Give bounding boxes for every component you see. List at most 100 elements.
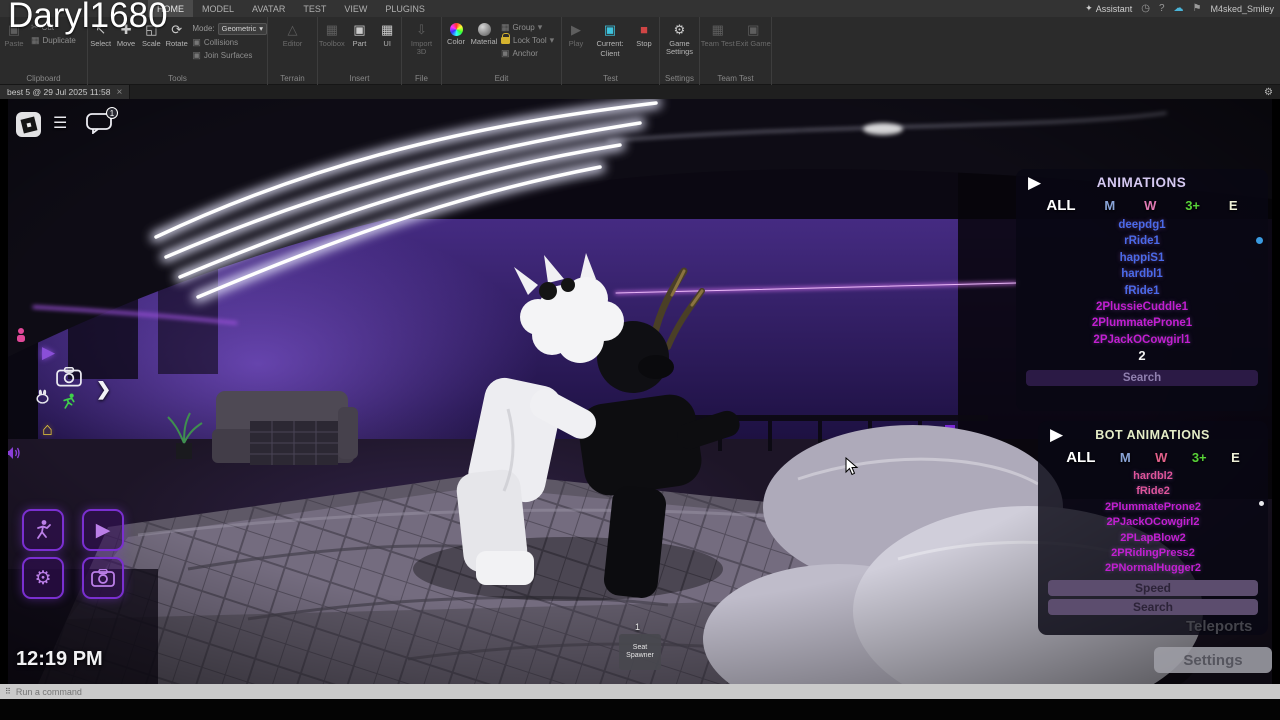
speaker-icon[interactable] xyxy=(8,445,22,466)
menu-tab-plugins[interactable]: PLUGINS xyxy=(376,0,434,17)
username[interactable]: M4sked_Smiley xyxy=(1210,4,1274,14)
terrain-group: △ Editor Terrain xyxy=(268,17,318,85)
home-icon[interactable]: ⌂ xyxy=(42,419,53,440)
duplicate-button[interactable]: ▦ Duplicate xyxy=(28,34,76,47)
animation-item[interactable]: deepdg1 xyxy=(1118,217,1165,233)
menu-tab-view[interactable]: VIEW xyxy=(335,0,376,17)
notifications-icon[interactable]: ⚑ xyxy=(1193,3,1202,14)
import-3d-button[interactable]: ⇩ Import 3D xyxy=(408,17,436,56)
bot-animations-filter[interactable]: M xyxy=(1120,450,1131,465)
bot-animation-item[interactable]: 2PJackOCowgirl2 xyxy=(1107,515,1200,530)
cloud-icon[interactable]: ☁ xyxy=(1174,3,1184,14)
animations-scroll-dot[interactable] xyxy=(1256,237,1263,244)
current-client-dropdown[interactable]: ▣ Current: Client xyxy=(590,17,630,58)
hamburger-menu-icon[interactable]: ☰ xyxy=(53,113,67,133)
close-icon[interactable]: × xyxy=(116,87,122,98)
menu-tab-model[interactable]: MODEL xyxy=(193,0,243,17)
runner-icon[interactable] xyxy=(62,393,77,415)
bunny-icon[interactable] xyxy=(34,387,51,409)
dance-button[interactable] xyxy=(22,509,64,551)
settings-group: ⚙ Game Settings Settings xyxy=(660,17,700,85)
ui-button[interactable]: ▦ UI xyxy=(373,17,401,48)
animations-filter[interactable]: 3+ xyxy=(1185,198,1200,213)
move-tool-button[interactable]: ✚ Move xyxy=(113,17,138,62)
assistant-button[interactable]: ✦ Assistant xyxy=(1085,3,1132,14)
animations-filter[interactable]: E xyxy=(1229,198,1238,213)
chat-badge: 1 xyxy=(106,107,118,119)
toolbox-button[interactable]: ▦ Toolbox xyxy=(318,17,346,48)
game-settings-button-overlay[interactable]: Settings xyxy=(1154,647,1272,673)
bot-animation-item[interactable]: 2PNormalHugger2 xyxy=(1105,561,1201,576)
seat-spawner-label[interactable]: Seat Spawner xyxy=(619,634,661,670)
play-button[interactable]: ▶ Play xyxy=(562,17,590,58)
camera-button[interactable] xyxy=(82,557,124,599)
animations-search-button[interactable]: Search xyxy=(1026,370,1258,386)
team-test-button[interactable]: ▦ Team Test xyxy=(700,17,736,48)
bot-scroll-dot[interactable] xyxy=(1259,501,1264,506)
color-button[interactable]: Color xyxy=(442,17,470,60)
material-button[interactable]: Material xyxy=(470,17,498,60)
bot-search-button[interactable]: Search xyxy=(1048,599,1258,615)
stop-button[interactable]: ■ Stop xyxy=(630,17,658,58)
ui-label: UI xyxy=(383,40,391,48)
bot-animation-item[interactable]: fRide2 xyxy=(1136,484,1170,499)
chevron-right-icon[interactable]: ❯ xyxy=(96,379,111,400)
animation-item[interactable]: fRide1 xyxy=(1124,283,1159,299)
bot-animation-item[interactable]: 2PRidingPress2 xyxy=(1111,546,1195,561)
docbar-gear-icon[interactable]: ⚙ xyxy=(1264,87,1280,98)
rail-play-icon[interactable]: ▶ xyxy=(42,343,55,363)
lock-tool-label: Lock Tool xyxy=(513,36,547,45)
color-wheel-icon xyxy=(450,23,463,36)
bot-animation-item[interactable]: 2PLapBlow2 xyxy=(1120,531,1185,546)
document-tab[interactable]: best 5 @ 29 Jul 2025 11:58 × xyxy=(0,85,130,99)
part-button[interactable]: ▣ Part xyxy=(346,17,374,48)
animation-item[interactable]: 2PlussieCuddle1 xyxy=(1096,299,1188,315)
select-tool-button[interactable]: ↖ Select xyxy=(88,17,113,62)
lock-tool-button[interactable]: Lock Tool ▾ xyxy=(498,34,554,47)
bot-animation-item[interactable]: hardbl2 xyxy=(1133,469,1173,484)
terrain-editor-button[interactable]: △ Editor xyxy=(279,17,307,48)
mode-dropdown[interactable]: Geometric ▾ xyxy=(218,23,267,35)
bot-animations-filter[interactable]: W xyxy=(1155,450,1167,465)
play-animation-button[interactable]: ▶ xyxy=(82,509,124,551)
bot-animation-item[interactable]: 2PlummateProne2 xyxy=(1105,500,1201,515)
menu-tab-test[interactable]: TEST xyxy=(294,0,335,17)
animations-filter[interactable]: W xyxy=(1144,198,1156,213)
roblox-menu-button[interactable] xyxy=(16,112,41,137)
panel-play-icon[interactable]: ▶ xyxy=(1028,174,1041,191)
grip-icon: ⠿ xyxy=(0,687,16,696)
ui-icon: ▦ xyxy=(381,21,393,38)
animations-filter[interactable]: M xyxy=(1104,198,1115,213)
animation-item[interactable]: 2PJackOCowgirl1 xyxy=(1093,332,1190,348)
scale-tool-button[interactable]: ◱ Scale xyxy=(139,17,164,62)
anchor-button[interactable]: ▣ Anchor xyxy=(498,47,554,60)
game-viewport[interactable]: ☰ 1 ▶ ❯ ⌂ ▶ xyxy=(8,99,1272,684)
history-icon[interactable]: ◷ xyxy=(1141,3,1150,14)
bot-animations-filter[interactable]: E xyxy=(1231,450,1240,465)
exit-game-button[interactable]: ▣ Exit Game xyxy=(736,17,772,48)
animations-filter[interactable]: ALL xyxy=(1046,197,1075,214)
bot-speed-button[interactable]: Speed xyxy=(1048,580,1258,596)
chat-button[interactable]: 1 xyxy=(86,112,112,139)
join-surfaces-toggle[interactable]: ▣ Join Surfaces xyxy=(189,49,267,62)
cut-button[interactable]: ✂ Cut xyxy=(28,21,76,34)
animation-item[interactable]: 2PlummateProne1 xyxy=(1092,315,1192,331)
animation-item[interactable]: hardbl1 xyxy=(1121,266,1163,282)
collisions-toggle[interactable]: ▣ Collisions xyxy=(189,36,267,49)
rail-camera-icon[interactable] xyxy=(56,367,82,392)
animation-item[interactable]: happiS1 xyxy=(1120,250,1165,266)
rotate-tool-button[interactable]: ⟳ Rotate xyxy=(164,17,189,62)
help-icon[interactable]: ? xyxy=(1159,3,1165,14)
bot-panel-play-icon[interactable]: ▶ xyxy=(1050,426,1063,443)
menu-tab-home[interactable]: HOME xyxy=(148,0,193,17)
animation-item[interactable]: rRide1 xyxy=(1124,233,1160,249)
paste-button[interactable]: ▣ Paste xyxy=(0,17,28,48)
command-input[interactable] xyxy=(16,687,1280,697)
gear-button[interactable]: ⚙ xyxy=(22,557,64,599)
bot-animations-filter[interactable]: 3+ xyxy=(1192,450,1207,465)
game-settings-button[interactable]: ⚙ Game Settings xyxy=(661,17,699,56)
bot-animations-filter[interactable]: ALL xyxy=(1066,449,1095,466)
character-icon[interactable] xyxy=(14,327,28,348)
teleports-label[interactable]: Teleports xyxy=(1186,618,1252,635)
menu-tab-avatar[interactable]: AVATAR xyxy=(243,0,294,17)
